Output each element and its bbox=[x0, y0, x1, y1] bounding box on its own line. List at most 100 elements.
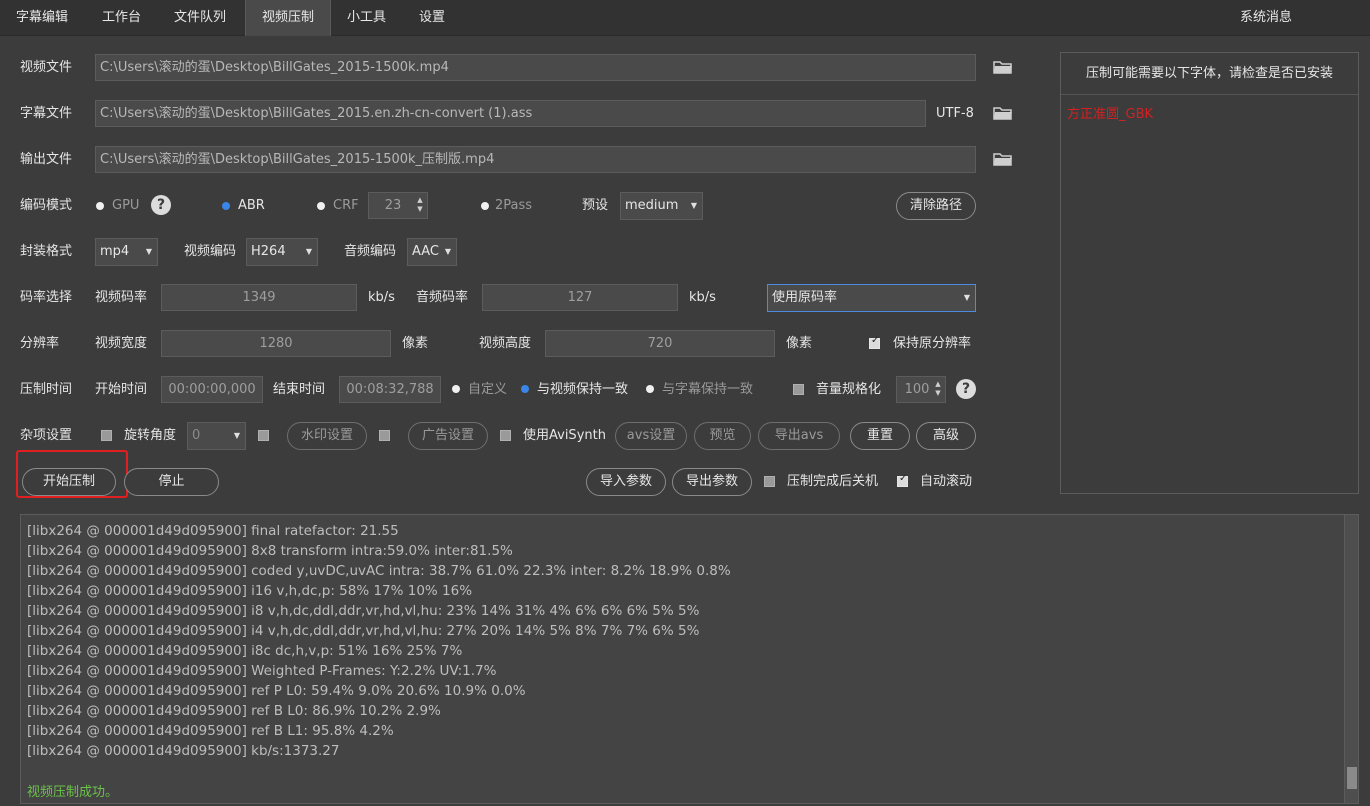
font-check-panel: 压制可能需要以下字体，请检查是否已安装 方正准圆_GBK bbox=[1060, 52, 1359, 494]
help-icon[interactable]: ? bbox=[956, 379, 976, 399]
container-label: 封装格式 bbox=[20, 244, 73, 259]
spin-arrows-icon[interactable]: ▲ ▼ bbox=[415, 196, 425, 214]
ad-settings-button[interactable]: 广告设置 bbox=[408, 422, 488, 450]
chevron-down-icon: ▼ bbox=[690, 201, 697, 210]
reset-button[interactable]: 重置 bbox=[850, 422, 910, 450]
tab-video-encode[interactable]: 视频压制 bbox=[245, 0, 332, 36]
output-file-label: 输出文件 bbox=[20, 152, 73, 167]
shutdown-checkbox[interactable] bbox=[764, 476, 775, 487]
twopass-radio[interactable] bbox=[481, 202, 489, 210]
tab-tools[interactable]: 小工具 bbox=[331, 0, 402, 36]
watermark-settings-button[interactable]: 水印设置 bbox=[287, 422, 367, 450]
audio-bitrate-input[interactable]: 127 bbox=[482, 284, 678, 311]
normalize-volume-value: 100 bbox=[904, 382, 930, 397]
missing-font-item[interactable]: 方正准圆_GBK bbox=[1067, 103, 1153, 122]
video-file-input[interactable]: C:\Users\滚动的蛋\Desktop\BillGates_2015-150… bbox=[95, 54, 976, 81]
subtitle-file-input[interactable]: C:\Users\滚动的蛋\Desktop\BillGates_2015.en.… bbox=[95, 100, 926, 127]
help-icon[interactable]: ? bbox=[151, 195, 171, 215]
audio-bitrate-label: 音频码率 bbox=[416, 290, 469, 305]
log-line: [libx264 @ 000001d49d095900] coded y,uvD… bbox=[27, 563, 731, 579]
system-messages-tab[interactable]: 系统消息 bbox=[1224, 0, 1308, 36]
stop-button[interactable]: 停止 bbox=[124, 468, 219, 496]
end-time-label: 结束时间 bbox=[273, 382, 326, 397]
log-output[interactable]: [libx264 @ 000001d49d095900] final ratef… bbox=[20, 514, 1359, 804]
tab-bar: 字幕编辑 工作台 文件队列 视频压制 小工具 设置 系统消息 bbox=[0, 0, 1370, 36]
crf-value-spinbox[interactable]: 23 ▲ ▼ bbox=[368, 192, 428, 219]
resolution-label: 分辨率 bbox=[20, 336, 60, 351]
watermark-checkbox[interactable] bbox=[258, 430, 269, 441]
bitrate-mode-select[interactable]: 使用原码率 ▼ bbox=[767, 284, 976, 312]
scrollbar-thumb[interactable] bbox=[1347, 767, 1357, 789]
tab-settings[interactable]: 设置 bbox=[403, 0, 461, 36]
open-folder-icon[interactable] bbox=[993, 60, 1013, 78]
preview-button[interactable]: 预览 bbox=[694, 422, 751, 450]
audio-codec-value: AAC bbox=[412, 244, 439, 259]
crf-label: CRF bbox=[333, 198, 359, 213]
height-unit: 像素 bbox=[786, 336, 813, 351]
abr-radio[interactable] bbox=[222, 202, 230, 210]
subtitle-encoding[interactable]: UTF-8 bbox=[936, 101, 974, 127]
clear-path-button[interactable]: 清除路径 bbox=[896, 192, 976, 220]
encode-time-label: 压制时间 bbox=[20, 382, 73, 397]
match-video-label: 与视频保持一致 bbox=[537, 382, 629, 397]
rotate-checkbox[interactable] bbox=[101, 430, 112, 441]
advanced-button[interactable]: 高级 bbox=[916, 422, 976, 450]
crf-value: 23 bbox=[384, 198, 402, 213]
rotate-value: 0 bbox=[192, 428, 201, 443]
video-bitrate-unit: kb/s bbox=[368, 290, 395, 305]
normalize-volume-spinbox[interactable]: 100 ▲ ▼ bbox=[896, 376, 946, 403]
output-file-input[interactable]: C:\Users\滚动的蛋\Desktop\BillGates_2015-150… bbox=[95, 146, 976, 173]
avs-settings-button[interactable]: avs设置 bbox=[615, 422, 687, 450]
normalize-volume-checkbox[interactable] bbox=[793, 384, 804, 395]
keep-resolution-checkbox[interactable] bbox=[869, 335, 880, 349]
log-line: [libx264 @ 000001d49d095900] ref B L0: 8… bbox=[27, 703, 441, 719]
autoscroll-checkbox[interactable] bbox=[897, 473, 908, 487]
video-width-label: 视频宽度 bbox=[95, 336, 148, 351]
rotate-select[interactable]: 0 ▼ bbox=[187, 422, 246, 450]
spin-arrows-icon[interactable]: ▲ ▼ bbox=[933, 380, 943, 398]
preset-value: medium bbox=[625, 198, 679, 213]
audio-bitrate-unit: kb/s bbox=[689, 290, 716, 305]
export-params-button[interactable]: 导出参数 bbox=[672, 468, 752, 496]
log-line: [libx264 @ 000001d49d095900] i4 v,h,dc,d… bbox=[27, 623, 700, 639]
open-folder-icon[interactable] bbox=[993, 152, 1013, 170]
audio-codec-label: 音频编码 bbox=[344, 244, 397, 259]
tab-file-queue[interactable]: 文件队列 bbox=[158, 0, 242, 36]
video-height-input[interactable]: 720 bbox=[545, 330, 775, 357]
custom-time-radio[interactable] bbox=[452, 385, 460, 393]
audio-codec-select[interactable]: AAC ▼ bbox=[407, 238, 457, 266]
tab-workbench[interactable]: 工作台 bbox=[86, 0, 157, 36]
container-select[interactable]: mp4 ▼ bbox=[95, 238, 158, 266]
end-time-input[interactable]: 00:08:32,788 bbox=[339, 376, 441, 403]
start-time-label: 开始时间 bbox=[95, 382, 148, 397]
log-scrollbar[interactable] bbox=[1344, 515, 1358, 803]
font-check-title: 压制可能需要以下字体，请检查是否已安装 bbox=[1061, 53, 1358, 95]
match-video-radio[interactable] bbox=[521, 385, 529, 393]
log-line: [libx264 @ 000001d49d095900] i8c dc,h,v,… bbox=[27, 643, 463, 659]
rotate-label: 旋转角度 bbox=[124, 428, 177, 443]
match-subtitle-radio[interactable] bbox=[646, 385, 654, 393]
twopass-label: 2Pass bbox=[495, 198, 533, 213]
gpu-radio[interactable] bbox=[96, 202, 104, 210]
chevron-down-icon: ▼ bbox=[305, 247, 312, 256]
import-params-button[interactable]: 导入参数 bbox=[586, 468, 666, 496]
container-value: mp4 bbox=[100, 244, 130, 259]
log-line: [libx264 @ 000001d49d095900] final ratef… bbox=[27, 523, 399, 539]
preset-select[interactable]: medium ▼ bbox=[620, 192, 703, 220]
log-line: [libx264 @ 000001d49d095900] ref P L0: 5… bbox=[27, 683, 526, 699]
start-time-input[interactable]: 00:00:00,000 bbox=[161, 376, 263, 403]
tab-subtitle-edit[interactable]: 字幕编辑 bbox=[0, 0, 84, 36]
crf-radio[interactable] bbox=[317, 202, 325, 210]
video-bitrate-input[interactable]: 1349 bbox=[161, 284, 357, 311]
open-folder-icon[interactable] bbox=[993, 106, 1013, 124]
encode-mode-label: 编码模式 bbox=[20, 198, 73, 213]
video-codec-label: 视频编码 bbox=[184, 244, 237, 259]
export-avs-button[interactable]: 导出avs bbox=[758, 422, 840, 450]
ad-checkbox[interactable] bbox=[379, 430, 390, 441]
log-line: [libx264 @ 000001d49d095900] ref B L1: 9… bbox=[27, 723, 394, 739]
log-line: [libx264 @ 000001d49d095900] Weighted P-… bbox=[27, 663, 497, 679]
preset-label: 预设 bbox=[582, 198, 609, 213]
avisynth-checkbox[interactable] bbox=[500, 430, 511, 441]
video-codec-select[interactable]: H264 ▼ bbox=[246, 238, 318, 266]
video-width-input[interactable]: 1280 bbox=[161, 330, 391, 357]
